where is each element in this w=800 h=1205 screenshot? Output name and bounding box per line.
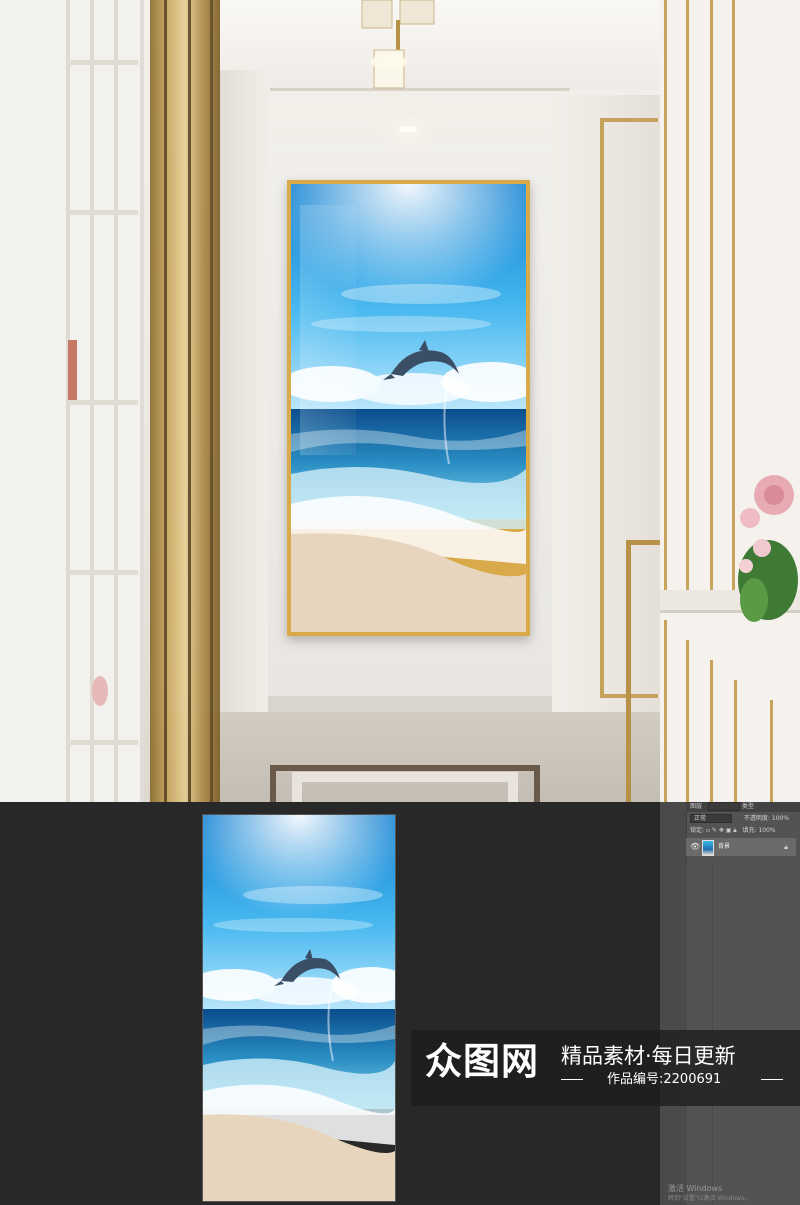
lock-fill-row: 锁定: ▫ ✎ ✥ ▣ 🔒︎ 填充: 100% [690, 826, 796, 836]
book [68, 340, 77, 400]
artwork-id: 作品编号:2200691 [607, 1072, 722, 1087]
layer-thumbnail [702, 840, 714, 856]
cabinet-gold-trim [664, 0, 667, 590]
activate-windows-notice: 激活 Windows 转到"设置"以激活 Windows。 [668, 1184, 800, 1204]
floor-inlay-inner [292, 772, 518, 802]
shelf-board [68, 60, 138, 65]
page: 图层 类型 正常 不透明度: 100% 锁定: ▫ ✎ ✥ ▣ 🔒︎ 填充: 1… [0, 0, 800, 1205]
layer-row-background[interactable]: 👁︎ 背景 🔒︎ [686, 838, 796, 856]
shelf-board [68, 400, 138, 405]
cabinet-gold-trim [686, 0, 689, 590]
shelf-board [68, 740, 138, 745]
vase [92, 676, 108, 706]
skirting-board [268, 696, 552, 712]
gold-stripe [210, 0, 213, 802]
watermark-banner: 众图网 精品素材·每日更新 作品编号:2200691 [411, 1030, 800, 1106]
kind-filter-select[interactable] [707, 802, 740, 811]
cabinet-gold-trim [686, 640, 689, 802]
lock-icon[interactable]: 🔒︎ [784, 838, 788, 856]
right-cabinet [660, 0, 800, 802]
blend-mode-value: 正常 [694, 815, 707, 822]
corridor-left-wall [218, 70, 270, 760]
lock-icons[interactable]: ▫ ✎ ✥ ▣ 🔒︎ [706, 827, 737, 834]
eye-icon[interactable]: 👁︎ [690, 838, 700, 856]
activate-subtitle: 转到"设置"以激活 Windows。 [668, 1195, 751, 1202]
tab-layers[interactable]: 图层 [690, 803, 702, 810]
cabinet-gold-trim [710, 0, 713, 600]
cabinet-gold-trim [664, 620, 667, 802]
bookshelf [0, 0, 144, 802]
opacity-label: 不透明度: [743, 815, 770, 822]
ceiling-spotlight [399, 126, 417, 132]
interior-scene [0, 0, 800, 802]
kind-filter-label: 类型 [741, 803, 754, 810]
layer-name[interactable]: 背景 [718, 838, 730, 856]
seascape-painting-preview [203, 815, 395, 1201]
rose-flowers-icon [738, 475, 798, 622]
gold-stripe [188, 0, 191, 802]
panel-tool-strip [660, 802, 687, 1205]
gold-glass-partition [150, 0, 220, 802]
shelf-board [68, 210, 138, 215]
divider-line [761, 1079, 783, 1080]
gold-stripe [164, 0, 167, 802]
cabinet-gold-trim [734, 680, 737, 802]
site-logo: 众图网 [425, 1040, 539, 1083]
lock-label: 锁定: [690, 827, 705, 834]
activate-title: 激活 Windows [668, 1184, 723, 1193]
chandelier-icon [361, 0, 435, 89]
divider-line [561, 1079, 583, 1080]
opacity-value[interactable]: 100% [772, 815, 789, 822]
layers-filter-row[interactable]: 图层 类型 [690, 802, 796, 812]
document-canvas[interactable] [203, 815, 395, 1201]
fill-value[interactable]: 100% [758, 827, 775, 834]
chair [626, 540, 660, 802]
shelf-board [68, 570, 138, 575]
fill-label: 填充: [742, 827, 757, 834]
cabinet-gold-trim [710, 660, 713, 802]
blend-opacity-row: 正常 不透明度: 100% [690, 814, 796, 824]
slogan: 精品素材·每日更新 [561, 1044, 736, 1068]
cabinet-gold-trim [770, 700, 773, 802]
glass-reflection [300, 205, 356, 455]
